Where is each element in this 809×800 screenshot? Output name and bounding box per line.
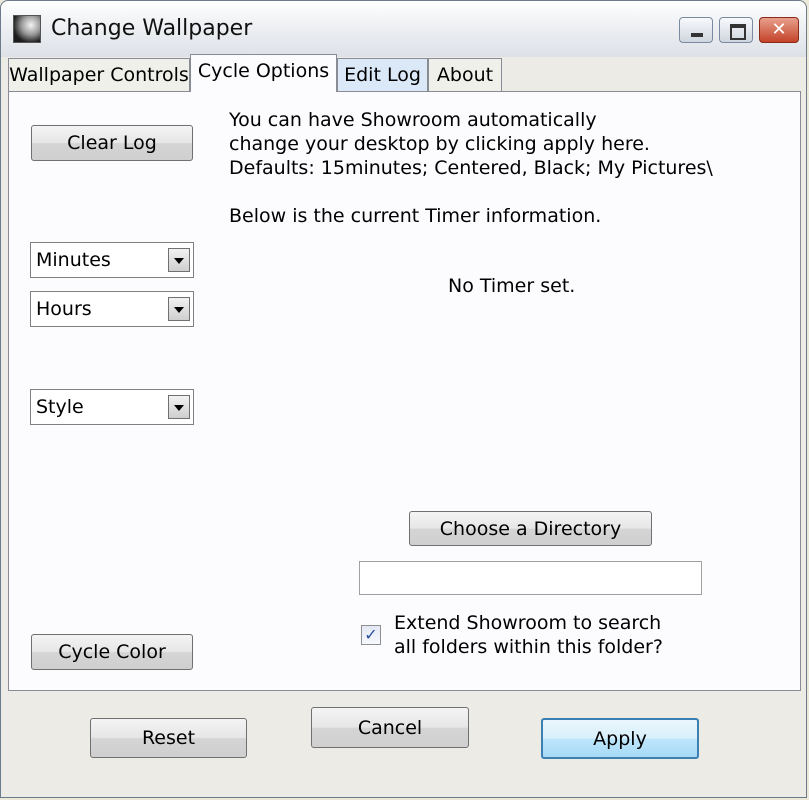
close-icon: ✕ [771, 19, 787, 40]
change-wallpaper-window: Change Wallpaper ✕ Wallpaper Controls Cy… [0, 0, 807, 798]
reset-button[interactable]: Reset [90, 718, 247, 758]
extend-search-label-2: all folders within this folder? [394, 636, 663, 658]
extend-search-checkbox[interactable]: ✓ [361, 625, 381, 645]
style-select-value: Style [36, 396, 84, 418]
app-icon [13, 15, 41, 43]
timer-intro: Below is the current Timer information. [229, 205, 602, 227]
window-title: Change Wallpaper [51, 16, 253, 41]
chevron-down-icon[interactable] [168, 395, 190, 419]
info-line-3: Defaults: 15minutes; Centered, Black; My… [229, 157, 713, 179]
extend-search-label-1: Extend Showroom to search [394, 612, 662, 634]
clear-log-button[interactable]: Clear Log [31, 125, 193, 161]
directory-input[interactable] [359, 561, 702, 595]
tab-edit-log[interactable]: Edit Log [337, 58, 428, 92]
minutes-select[interactable]: Minutes [30, 242, 194, 278]
minimize-button[interactable] [679, 17, 713, 43]
choose-directory-button[interactable]: Choose a Directory [409, 511, 652, 546]
minutes-select-value: Minutes [36, 249, 111, 271]
style-select[interactable]: Style [30, 389, 194, 425]
info-line-2: change your desktop by clicking apply he… [229, 133, 650, 155]
apply-button[interactable]: Apply [541, 718, 699, 759]
chevron-down-icon[interactable] [168, 297, 190, 321]
chevron-down-icon[interactable] [168, 248, 190, 272]
tab-cycle-options[interactable]: Cycle Options [190, 54, 337, 92]
title-bar[interactable]: Change Wallpaper ✕ [1, 1, 806, 57]
timer-status: No Timer set. [448, 275, 576, 297]
cycle-color-button[interactable]: Cycle Color [31, 634, 193, 670]
hours-select-value: Hours [36, 298, 92, 320]
tab-wallpaper-controls[interactable]: Wallpaper Controls [8, 58, 190, 92]
cancel-button[interactable]: Cancel [311, 707, 469, 748]
info-line-1: You can have Showroom automatically [229, 109, 597, 131]
hours-select[interactable]: Hours [30, 291, 194, 327]
tab-about[interactable]: About [428, 58, 502, 92]
close-button[interactable]: ✕ [759, 17, 799, 43]
maximize-button[interactable] [719, 17, 753, 43]
cycle-options-panel: Clear Log You can have Showroom automati… [8, 91, 801, 691]
